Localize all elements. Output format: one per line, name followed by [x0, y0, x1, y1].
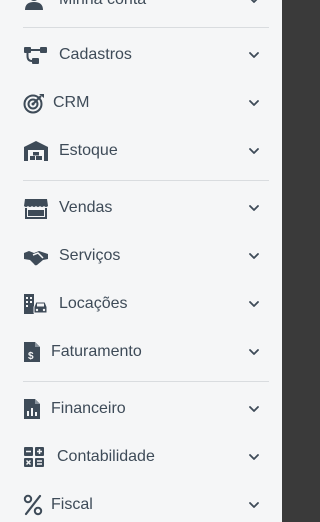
menu-item-label: Locações: [59, 295, 128, 312]
chevron-down-icon: [249, 406, 259, 412]
menu-item-servicos[interactable]: Serviços: [23, 238, 268, 274]
menu-item-contabilidade[interactable]: Contabilidade: [23, 439, 268, 475]
chevron-down-icon: [249, 205, 259, 211]
menu-item-label: Cadastros: [59, 46, 132, 63]
menu-item-fiscal[interactable]: Fiscal: [23, 487, 268, 522]
menu-item-label: Estoque: [59, 142, 118, 159]
store-icon: [23, 196, 51, 220]
menu-item-locacoes[interactable]: Locações: [23, 286, 268, 322]
warehouse-icon: [23, 139, 51, 163]
menu-item-label: CRM: [53, 94, 90, 111]
sidebar-menu: Minha conta Cadastros CRM Estoque Vendas: [0, 0, 282, 522]
chevron-down-icon: [249, 52, 259, 58]
chevron-down-icon: [249, 349, 259, 355]
menu-item-financeiro[interactable]: Financeiro: [23, 391, 268, 427]
chevron-down-icon: [249, 100, 259, 106]
report-chart-icon: [23, 397, 47, 421]
svg-text:$: $: [28, 351, 34, 362]
menu-item-faturamento[interactable]: $ Faturamento: [23, 334, 268, 370]
menu-item-label: Faturamento: [51, 343, 142, 360]
chevron-down-icon: [249, 502, 259, 508]
invoice-dollar-icon: $: [23, 340, 47, 364]
target-icon: [23, 91, 47, 115]
chevron-down-icon: [249, 454, 259, 460]
menu-item-estoque[interactable]: Estoque: [23, 133, 268, 169]
menu-item-label: Minha conta: [59, 0, 146, 9]
menu-divider: [23, 27, 269, 28]
percent-icon: [23, 493, 47, 517]
chevron-down-icon: [249, 253, 259, 259]
calculator-icon: [23, 445, 51, 469]
building-car-icon: [23, 292, 51, 316]
menu-divider: [23, 180, 269, 181]
chevron-down-icon: [250, 0, 258, 3]
menu-item-label: Fiscal: [51, 496, 93, 513]
chevron-down-icon: [249, 148, 259, 154]
menu-item-minha-conta[interactable]: Minha conta: [23, 0, 268, 18]
chevron-down-icon: [249, 301, 259, 307]
menu-item-label: Serviços: [59, 247, 121, 264]
menu-item-label: Contabilidade: [57, 448, 155, 465]
menu-divider: [23, 381, 269, 382]
menu-item-crm[interactable]: CRM: [23, 85, 268, 121]
menu-item-label: Vendas: [59, 199, 113, 216]
menu-item-label: Financeiro: [51, 400, 126, 417]
menu-item-vendas[interactable]: Vendas: [23, 190, 268, 226]
handshake-icon: [23, 244, 51, 268]
hierarchy-icon: [23, 43, 51, 67]
user-icon: [23, 0, 51, 12]
menu-item-cadastros[interactable]: Cadastros: [23, 37, 268, 73]
